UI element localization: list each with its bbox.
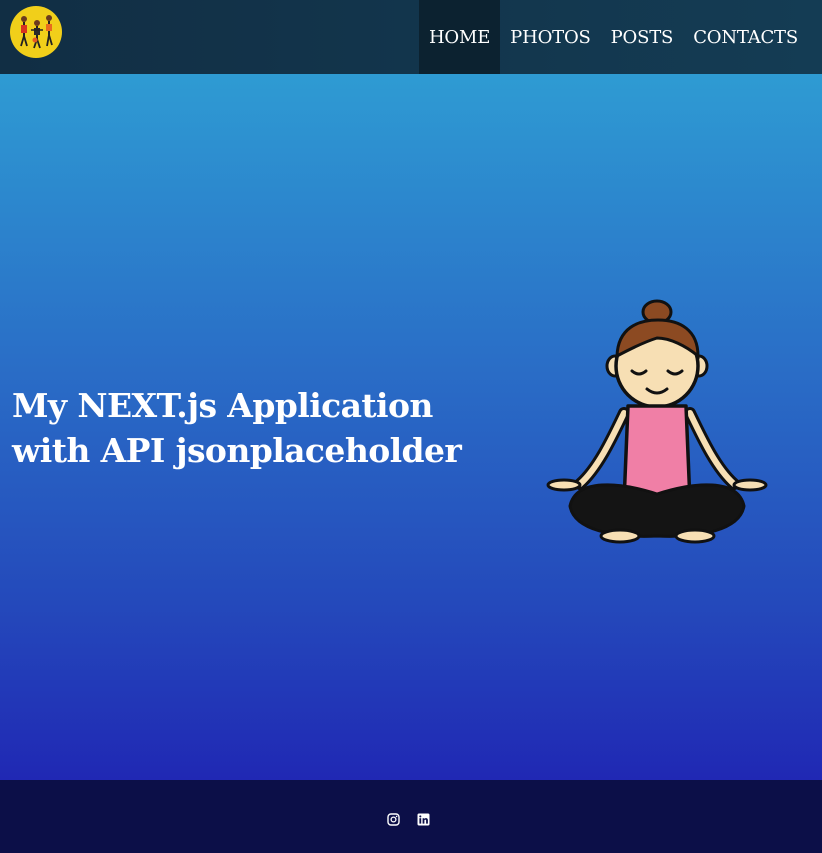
- site-logo[interactable]: [10, 6, 62, 58]
- hero-title-line2: with API jsonplaceholder: [12, 431, 462, 470]
- linkedin-icon[interactable]: [417, 813, 430, 826]
- logo-figures-icon: [20, 15, 53, 49]
- hero-section: My NEXT.js Application with API jsonplac…: [0, 74, 822, 780]
- nav-posts[interactable]: POSTS: [601, 0, 684, 74]
- site-header: HOME PHOTOS POSTS CONTACTS: [0, 0, 822, 74]
- nav-contacts[interactable]: CONTACTS: [683, 0, 808, 74]
- meditating-woman-illustration: [546, 299, 768, 544]
- hero-title-line1: My NEXT.js Application: [12, 386, 433, 425]
- nav-photos[interactable]: PHOTOS: [500, 0, 600, 74]
- nav-home[interactable]: HOME: [418, 0, 501, 74]
- hero-title: My NEXT.js Application with API jsonplac…: [12, 383, 482, 473]
- main-nav: HOME PHOTOS POSTS CONTACTS: [418, 0, 808, 74]
- instagram-icon[interactable]: [387, 813, 400, 826]
- social-links: [387, 813, 430, 826]
- site-footer: [0, 780, 822, 853]
